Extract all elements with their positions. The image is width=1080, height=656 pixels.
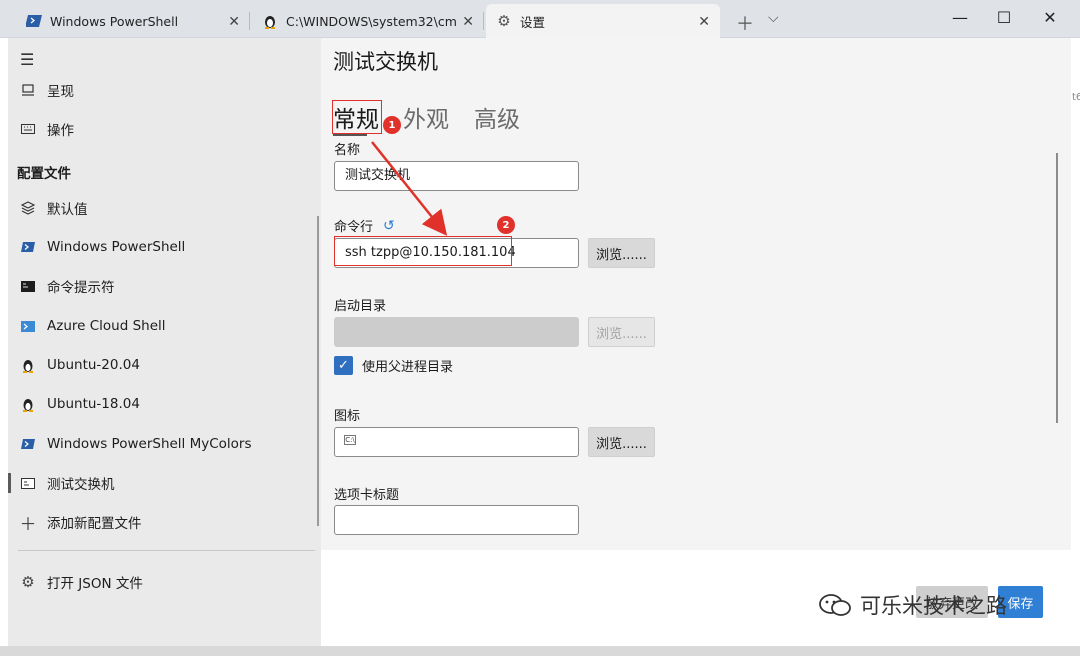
sidebar-item-rendering[interactable]: 呈现 <box>8 72 321 108</box>
page-title: 测试交换机 <box>333 50 438 74</box>
watermark: 可乐米技术之路 <box>818 590 1007 620</box>
gear-icon: ⚙ <box>497 12 511 30</box>
layers-icon <box>19 201 37 215</box>
sidebar-item-actions[interactable]: 操作 <box>8 111 321 147</box>
profile-settings-panel: 测试交换机 常规 外观 高级 名称 测试交换机 命令行 ↺ ssh tzpp@1… <box>321 38 1071 646</box>
tab-title-input[interactable] <box>334 505 579 535</box>
close-icon[interactable]: ✕ <box>228 14 240 30</box>
sidebar-item-windows-powershell[interactable]: Windows PowerShell <box>8 229 321 265</box>
annotation-box-command-line <box>334 236 512 266</box>
main-scrollbar[interactable] <box>1056 153 1058 423</box>
browse-command-button[interactable]: 浏览...... <box>588 238 655 268</box>
sidebar-item-label: Ubuntu-20.04 <box>47 357 140 373</box>
powershell-icon <box>19 241 37 253</box>
annotation-badge-1: 1 <box>383 116 401 134</box>
starting-directory-input[interactable] <box>334 317 579 347</box>
close-window-icon[interactable]: ✕ <box>1040 8 1060 27</box>
sidebar-item-add-profile[interactable]: ＋ 添加新配置文件 <box>8 504 321 540</box>
name-label: 名称 <box>334 143 361 158</box>
sidebar-item-open-json[interactable]: ⚙ 打开 JSON 文件 <box>8 564 321 600</box>
sidebar-item-label: 测试交换机 <box>47 477 115 493</box>
starting-directory-label: 启动目录 <box>334 299 387 314</box>
powershell-icon <box>19 438 37 450</box>
section-profiles: 配置文件 <box>17 166 71 182</box>
tab-settings[interactable]: ⚙ 设置 ✕ <box>486 4 720 38</box>
name-input[interactable]: 测试交换机 <box>334 161 579 191</box>
azure-icon <box>19 320 37 332</box>
icon-input[interactable] <box>334 427 579 457</box>
annotation-badge-2: 2 <box>497 216 515 234</box>
sidebar-item-label: 操作 <box>47 123 74 139</box>
title-bar: Windows PowerShell ✕ C:\WINDOWS\system32… <box>0 0 1080 38</box>
tab-title: C:\WINDOWS\system32\cmd.ex <box>286 13 456 29</box>
sidebar-item-label: Ubuntu-18.04 <box>47 396 140 412</box>
tab-advanced[interactable]: 高级 <box>474 100 520 134</box>
sidebar-item-label: 打开 JSON 文件 <box>47 576 143 592</box>
sidebar-item-label: 命令提示符 <box>47 280 115 296</box>
reset-icon[interactable]: ↺ <box>383 218 395 234</box>
sidebar-divider <box>18 550 315 551</box>
browse-icon-button[interactable]: 浏览...... <box>588 427 655 457</box>
plus-icon: ＋ <box>19 514 37 535</box>
sidebar-item-ubuntu-18[interactable]: Ubuntu-18.04 <box>8 386 321 422</box>
background-strip <box>0 646 1080 656</box>
cmd-icon <box>19 280 37 292</box>
icon-label: 图标 <box>334 409 361 424</box>
sidebar-item-test-switch[interactable]: 测试交换机 <box>8 465 321 501</box>
sidebar-item-command-prompt[interactable]: 命令提示符 <box>8 268 321 304</box>
plus-icon[interactable]: ＋ <box>736 10 754 36</box>
watermark-text: 可乐米技术之路 <box>860 594 1007 618</box>
linux-penguin-icon <box>19 358 37 373</box>
sidebar-item-ubuntu-20[interactable]: Ubuntu-20.04 <box>8 347 321 383</box>
close-icon[interactable]: ✕ <box>698 14 710 30</box>
tab-title: Windows PowerShell <box>50 13 179 29</box>
wechat-icon <box>819 594 851 616</box>
tab-title-label: 选项卡标题 <box>334 488 400 503</box>
sidebar-scrollbar[interactable] <box>317 216 319 526</box>
sidebar-item-label: 呈现 <box>47 84 74 100</box>
powershell-icon <box>26 13 42 29</box>
annotation-box-general-tab <box>332 100 382 134</box>
tab-title: 设置 <box>520 14 546 30</box>
sidebar-item-label: Windows PowerShell MyColors <box>47 436 252 452</box>
command-line-label: 命令行 <box>334 220 374 235</box>
sidebar-item-label: 添加新配置文件 <box>47 516 142 532</box>
background-window-edge: t6 <box>1072 92 1080 103</box>
minimize-icon[interactable]: — <box>950 8 970 27</box>
sidebar-item-azure-cloud-shell[interactable]: Azure Cloud Shell <box>8 308 321 344</box>
close-icon[interactable]: ✕ <box>462 14 474 30</box>
chevron-down-icon[interactable]: ⌵ <box>768 10 779 26</box>
tab-underline <box>333 134 367 136</box>
sidebar-item-label: Windows PowerShell <box>47 239 186 255</box>
tab-appearance[interactable]: 外观 <box>403 100 449 134</box>
hamburger-menu-icon[interactable]: ☰ <box>20 50 34 69</box>
display-icon <box>19 84 37 96</box>
selection-indicator <box>8 473 11 493</box>
sidebar-item-label: 默认值 <box>47 202 88 218</box>
settings-sidebar: ☰ 呈现 操作 配置文件 默认值 Windows PowerShell 命令提示… <box>8 38 321 646</box>
tab-cmd[interactable]: C:\WINDOWS\system32\cmd.ex ✕ <box>252 4 484 38</box>
linux-penguin-icon <box>262 13 278 29</box>
maximize-icon[interactable]: ☐ <box>994 8 1014 27</box>
browse-directory-button[interactable]: 浏览...... <box>588 317 655 347</box>
keyboard-icon <box>19 124 37 134</box>
linux-penguin-icon <box>19 397 37 412</box>
use-parent-directory-checkbox[interactable]: ✓ <box>334 356 353 375</box>
terminal-icon: C:\ <box>344 435 356 445</box>
sidebar-item-powershell-mycolors[interactable]: Windows PowerShell MyColors <box>8 426 321 462</box>
sidebar-item-defaults[interactable]: 默认值 <box>8 190 321 226</box>
terminal-icon <box>19 477 37 489</box>
tab-windows-powershell[interactable]: Windows PowerShell ✕ <box>16 4 250 38</box>
gear-icon: ⚙ <box>21 573 35 591</box>
use-parent-directory-label: 使用父进程目录 <box>362 360 454 375</box>
sidebar-item-label: Azure Cloud Shell <box>47 318 166 334</box>
